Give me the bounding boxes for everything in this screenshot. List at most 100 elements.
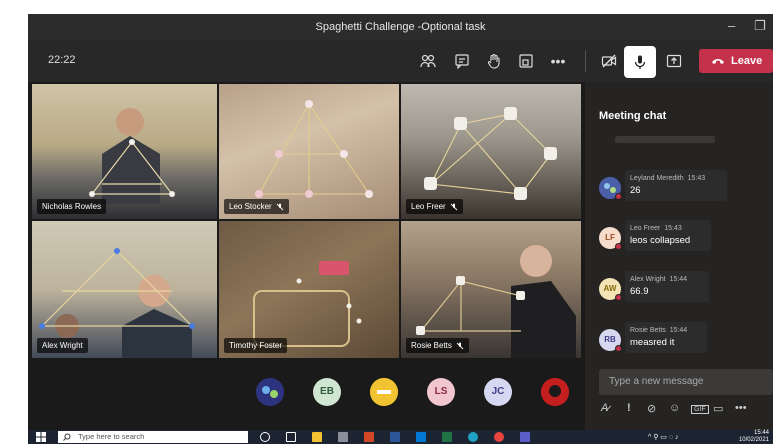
compose-toolbar: A̷ ! ⊘ ☺ GIF ▭ ••• — [599, 402, 773, 420]
clock-time: 15:44 — [753, 430, 769, 436]
meeting-timer: 22:22 — [48, 54, 76, 66]
participant-name-label: Nicholas Rowles — [37, 199, 107, 214]
teams-icon[interactable] — [520, 432, 530, 442]
presence-busy-icon — [615, 294, 622, 301]
video-stage: Nicholas Rowles Leo Stocker Leo Freer Al… — [28, 82, 585, 430]
camera-app-icon[interactable] — [338, 432, 348, 442]
rooms-icon — [519, 54, 533, 68]
gif-icon[interactable]: GIF — [691, 405, 709, 414]
participant-avatar-logo[interactable] — [370, 378, 398, 406]
message-text: measred it — [630, 337, 675, 348]
restore-icon[interactable]: ❐ — [754, 18, 766, 34]
participant-name: Timothy Foster — [229, 341, 283, 350]
school-logo-icon — [370, 378, 398, 406]
message-text: 66.9 — [630, 286, 649, 297]
raise-hand-button[interactable] — [484, 51, 504, 71]
word-icon[interactable] — [390, 432, 400, 442]
chat-avatar-rb: RB — [599, 329, 622, 352]
message-author: Leyland Meredith — [630, 175, 684, 182]
participant-avatar-photo[interactable] — [256, 378, 284, 406]
camera-off-icon — [601, 54, 617, 68]
more-icon: ••• — [550, 53, 566, 69]
avatar-initials: LF — [605, 233, 615, 242]
participant-avatar-jc[interactable]: JC — [484, 378, 512, 406]
participant-avatar-logo-red[interactable] — [541, 378, 569, 406]
avatar-initials: AW — [603, 284, 617, 293]
message-time: 15:43 — [664, 225, 682, 232]
file-explorer-icon[interactable] — [312, 432, 322, 442]
format-icon[interactable]: A̷ — [601, 402, 608, 414]
mic-muted-icon — [456, 342, 464, 350]
chat-message[interactable]: Leyland Meredith 15:43 26 — [625, 170, 727, 201]
mic-muted-icon — [276, 203, 284, 211]
previous-message-stub — [615, 136, 715, 143]
chat-message[interactable]: Alex Wright 15:44 66.9 — [625, 271, 709, 302]
video-tile-nicholas-rowles[interactable]: Nicholas Rowles — [32, 84, 217, 219]
video-tile-alex-wright[interactable]: Alex Wright — [32, 221, 217, 358]
powerpoint-icon[interactable] — [364, 432, 374, 442]
breakout-rooms-button[interactable] — [516, 51, 536, 71]
outlook-icon[interactable] — [416, 432, 426, 442]
people-icon — [420, 54, 436, 68]
message-time: 15:44 — [669, 327, 688, 334]
emoji-icon[interactable]: ☺ — [669, 402, 680, 414]
presence-busy-icon — [615, 345, 622, 352]
overflow-participants: EB LS JC — [28, 372, 585, 412]
chat-avatar-aw: AW — [599, 278, 622, 301]
participant-name-label: Leo Stocker — [224, 199, 289, 214]
participants-button[interactable] — [418, 51, 438, 71]
task-view-icon[interactable] — [286, 432, 296, 442]
chat-compose-input[interactable]: Type a new message — [599, 369, 773, 395]
camera-toggle-button[interactable] — [599, 51, 619, 71]
taskbar-search-box[interactable]: Type here to search — [58, 431, 248, 443]
participant-name: Rosie Betts — [411, 341, 452, 350]
chat-message[interactable]: Leo Freer 15:43 leos collapsed — [625, 220, 711, 251]
microphone-toggle-button[interactable] — [624, 46, 656, 78]
participant-name: Alex Wright — [42, 341, 83, 350]
windows-taskbar: Type here to search ^ ⚲ ▭ ◌ ♪ 15:44 10/0… — [28, 430, 773, 444]
system-tray-icons[interactable]: ^ ⚲ ▭ ◌ ♪ — [648, 433, 678, 441]
more-actions-button[interactable]: ••• — [548, 51, 568, 71]
hand-icon — [487, 53, 500, 69]
attach-icon[interactable]: ⊘ — [647, 402, 656, 415]
leave-button[interactable]: Leave — [699, 49, 773, 73]
chat-button[interactable] — [452, 51, 472, 71]
participant-avatar-eb[interactable]: EB — [313, 378, 341, 406]
message-meta: Alex Wright 15:44 — [630, 276, 704, 283]
more-options-icon[interactable]: ••• — [735, 402, 747, 414]
windows-start-icon[interactable] — [36, 432, 46, 442]
message-author: Rosie Betts — [630, 327, 666, 334]
video-tile-leo-stocker[interactable]: Leo Stocker — [219, 84, 399, 219]
sticker-icon[interactable]: ▭ — [713, 402, 723, 415]
message-time: 15:43 — [687, 175, 706, 182]
meeting-chat-panel: Meeting chat Leyland Meredith 15:43 26 L… — [585, 82, 773, 430]
window-title: Spaghetti Challenge -Optional task — [315, 21, 486, 33]
edge-icon[interactable] — [468, 432, 478, 442]
presence-busy-icon — [615, 243, 622, 250]
participant-name: Leo Stocker — [229, 202, 272, 211]
taskbar-clock[interactable]: 15:44 10/02/2021 — [739, 430, 769, 444]
participant-name-label: Alex Wright — [37, 338, 88, 353]
participant-avatar-ls[interactable]: LS — [427, 378, 455, 406]
share-tray-icon — [666, 54, 682, 68]
chrome-icon[interactable] — [494, 432, 504, 442]
video-tile-leo-freer[interactable]: Leo Freer — [401, 84, 581, 219]
video-tile-rosie-betts[interactable]: Rosie Betts — [401, 221, 581, 358]
video-tile-timothy-foster[interactable]: Timothy Foster — [219, 221, 399, 358]
share-screen-button[interactable] — [664, 51, 684, 71]
chat-heading: Meeting chat — [599, 110, 667, 122]
message-author: Alex Wright — [630, 276, 666, 283]
minimize-icon[interactable]: – — [728, 18, 735, 33]
toolbar-divider — [585, 50, 586, 72]
cortana-icon[interactable] — [260, 432, 270, 442]
chat-message[interactable]: Rosie Betts 15:44 measred it — [625, 322, 707, 353]
message-meta: Leyland Meredith 15:43 — [630, 175, 722, 182]
participant-name: Leo Freer — [411, 202, 446, 211]
excel-icon[interactable] — [442, 432, 452, 442]
message-author: Leo Freer — [630, 225, 661, 232]
important-icon[interactable]: ! — [627, 402, 631, 414]
team-logo-icon — [541, 378, 569, 406]
message-time: 15:44 — [669, 276, 688, 283]
avatar-initials: RB — [604, 335, 616, 344]
chat-icon — [455, 54, 469, 69]
